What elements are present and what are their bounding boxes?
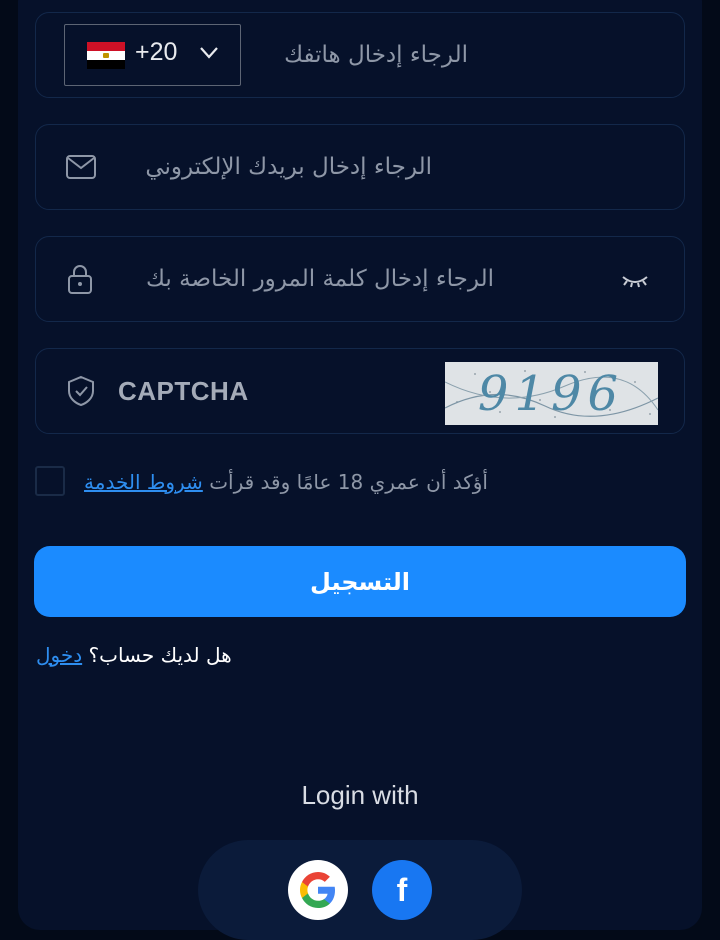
chevron-down-icon: [200, 47, 218, 59]
email-field[interactable]: الرجاء إدخال بريدك الإلكتروني: [35, 124, 685, 210]
egypt-flag-icon: [87, 42, 125, 69]
captcha-input[interactable]: CAPTCHA: [118, 376, 249, 407]
country-code: +20: [135, 38, 178, 66]
social-login-box: f: [198, 840, 522, 940]
terms-of-service-link[interactable]: شروط الخدمة: [84, 470, 203, 494]
phone-field[interactable]: +20 الرجاء إدخال هاتفك: [35, 12, 685, 98]
shield-check-icon: [68, 375, 94, 407]
phone-input[interactable]: الرجاء إدخال هاتفك: [284, 42, 468, 68]
terms-checkbox[interactable]: [35, 466, 65, 496]
mail-icon: [66, 155, 96, 179]
login-with-title: Login with: [301, 780, 419, 810]
password-input[interactable]: الرجاء إدخال كلمة المرور الخاصة بك: [146, 266, 494, 292]
captcha-code: 9196: [478, 366, 624, 422]
captcha-field[interactable]: CAPTCHA 9196: [35, 348, 685, 434]
eye-closed-icon[interactable]: [621, 273, 649, 289]
country-code-select[interactable]: +20: [64, 24, 241, 86]
have-account-text: هل لديك حساب؟ دخول: [36, 643, 232, 667]
email-input[interactable]: الرجاء إدخال بريدك الإلكتروني: [145, 154, 432, 180]
register-button[interactable]: التسجيل: [34, 546, 686, 617]
terms-text: أؤكد أن عمري 18 عامًا وقد قرأت شروط الخد…: [84, 470, 488, 494]
login-link[interactable]: دخول: [36, 643, 82, 667]
facebook-icon[interactable]: f: [372, 860, 432, 920]
google-icon[interactable]: [288, 860, 348, 920]
password-field[interactable]: الرجاء إدخال كلمة المرور الخاصة بك: [35, 236, 685, 322]
captcha-image[interactable]: 9196: [444, 362, 659, 425]
lock-icon: [68, 265, 92, 294]
